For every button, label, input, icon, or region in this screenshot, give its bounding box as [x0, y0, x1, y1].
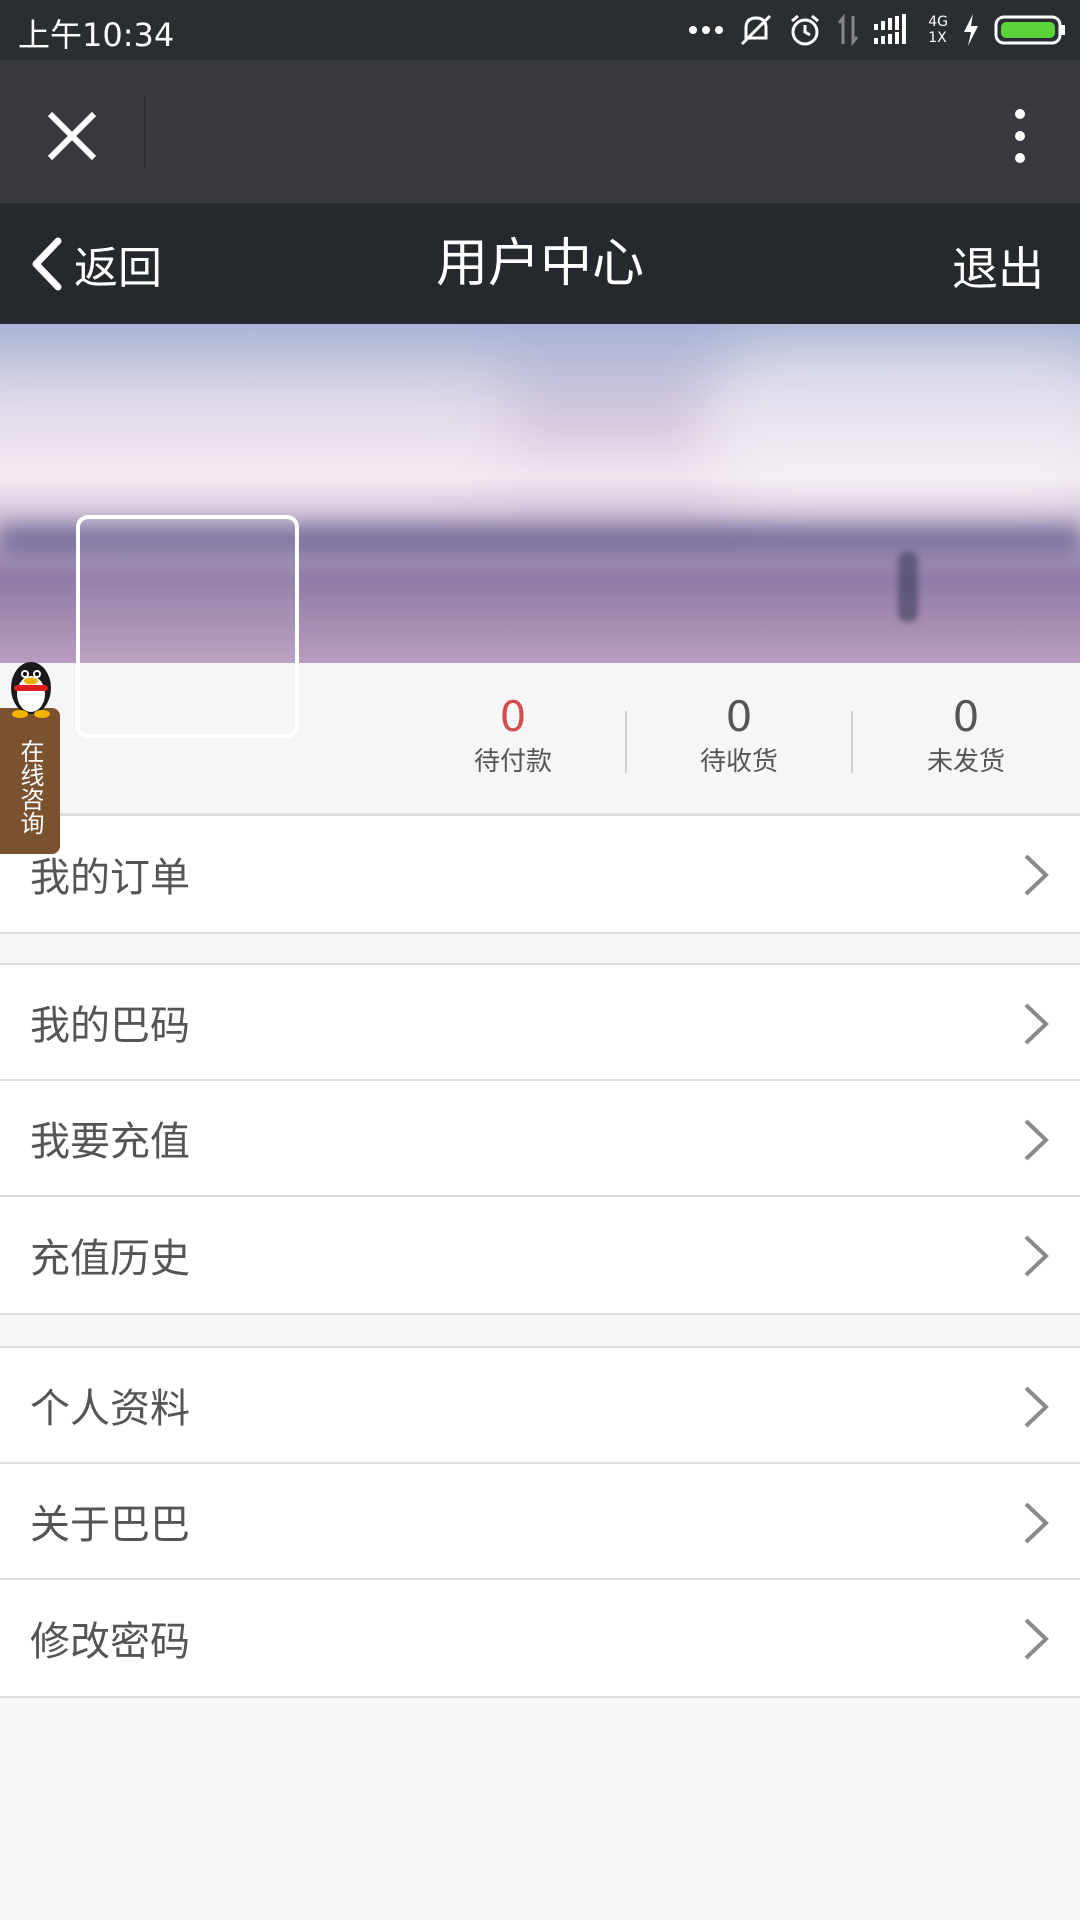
menu-item-label: 我要充值 [30, 1119, 190, 1165]
chevron-right-icon [1024, 1502, 1049, 1544]
data-transfer-icon [838, 14, 859, 46]
avatar[interactable] [76, 515, 299, 738]
logout-button[interactable]: 退出 [952, 239, 1044, 299]
menu-item-change-password[interactable]: 修改密码 [0, 1580, 1080, 1696]
more-vertical-icon [1015, 109, 1025, 119]
qq-penguin-icon [11, 662, 51, 718]
more-options-button[interactable] [990, 96, 1050, 176]
vibrate-mute-icon [741, 14, 772, 46]
page-header: 返回 用户中心 退出 [0, 203, 1080, 324]
chevron-right-icon [1024, 1618, 1049, 1660]
stat-not-shipped[interactable]: 0 未发货 [853, 693, 1079, 781]
menu-item-recharge[interactable]: 我要充值 [0, 1081, 1080, 1197]
chevron-right-icon [1024, 854, 1049, 896]
chevron-right-icon [1024, 1235, 1049, 1277]
menu-item-my-orders[interactable]: 我的订单 [0, 816, 1080, 932]
menu-item-profile[interactable]: 个人资料 [0, 1348, 1080, 1464]
charging-icon [964, 14, 978, 46]
menu-item-label: 个人资料 [30, 1386, 190, 1432]
stat-value: 0 [725, 692, 753, 741]
close-button[interactable] [36, 100, 108, 172]
menu-group-account: 我的巴码 我要充值 充值历史 [0, 963, 1080, 1315]
menu-item-my-code[interactable]: 我的巴码 [0, 965, 1080, 1081]
stat-label: 待收货 [699, 747, 778, 777]
status-icons: 4G 1X [688, 10, 1066, 50]
menu-item-recharge-history[interactable]: 充值历史 [0, 1197, 1080, 1313]
more-dots-icon [689, 26, 724, 34]
qq-consult-label: 在线咨询 [0, 708, 60, 854]
menu-item-about[interactable]: 关于巴巴 [0, 1464, 1080, 1580]
stat-label: 未发货 [926, 747, 1005, 777]
stat-pending-payment[interactable]: 0 待付款 [400, 693, 626, 781]
qq-consult-tab[interactable]: 在线咨询 [0, 656, 60, 854]
chevron-right-icon [1024, 1119, 1049, 1161]
chevron-right-icon [1024, 1003, 1049, 1045]
network-type: 4G 1X [928, 14, 948, 46]
menu-item-label: 关于巴巴 [30, 1502, 190, 1548]
browser-toolbar [0, 60, 1080, 203]
menu-item-label: 充值历史 [30, 1236, 190, 1282]
stat-value: 0 [499, 692, 527, 741]
stat-pending-receipt[interactable]: 0 待收货 [626, 693, 852, 781]
menu-item-label: 修改密码 [30, 1619, 190, 1665]
page-title: 用户中心 [435, 234, 644, 294]
stat-label: 待付款 [473, 747, 552, 777]
menu-item-label: 我的巴码 [30, 1003, 190, 1049]
status-bar: 上午10:34 4G 1X [0, 0, 1080, 60]
toolbar-divider [144, 96, 146, 168]
menu-group-settings: 个人资料 关于巴巴 修改密码 [0, 1346, 1080, 1698]
alarm-icon [791, 14, 820, 46]
battery-icon [994, 15, 1065, 45]
stat-value: 0 [952, 692, 980, 741]
chevron-right-icon [1024, 1386, 1049, 1428]
signal-icon [874, 14, 907, 44]
close-icon [47, 111, 97, 161]
menu-group-orders: 我的订单 [0, 814, 1080, 934]
status-time: 上午10:34 [18, 16, 175, 54]
